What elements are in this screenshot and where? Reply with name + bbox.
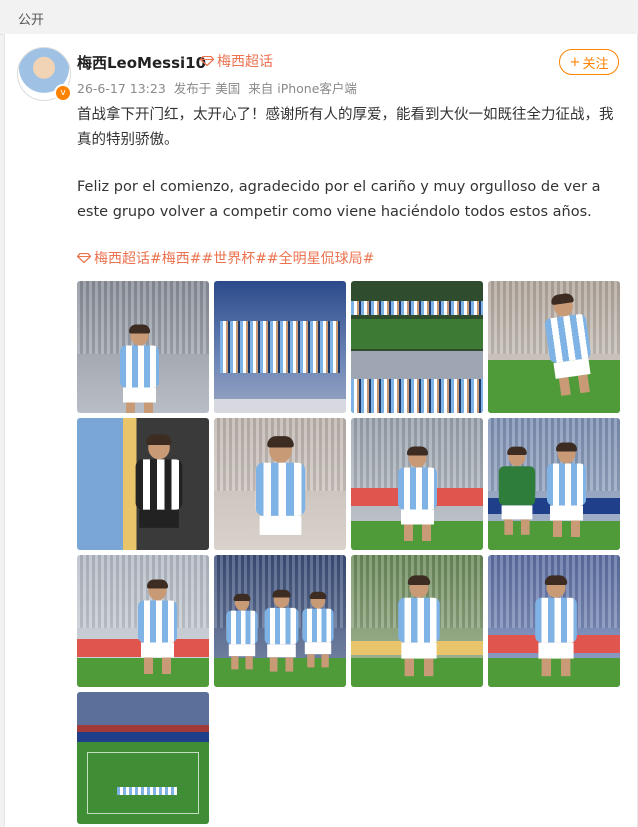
post-timestamp[interactable]: 26-6-17 13:23 xyxy=(77,81,166,96)
post-location: 发布于 美国 xyxy=(173,81,241,96)
photo-2[interactable] xyxy=(214,281,346,413)
player-figure xyxy=(132,434,186,548)
username[interactable]: 梅西LeoMessi10 xyxy=(77,52,206,73)
player-figure xyxy=(395,446,440,541)
weibo-post-card: v 梅西LeoMessi10 梅西超话 26-6-17 13:23 发布于 美国… xyxy=(4,34,638,827)
photo-12[interactable] xyxy=(488,555,620,687)
photo-4[interactable] xyxy=(488,281,620,413)
post-text-spanish: Feliz por el comienzo, agradecido por el… xyxy=(77,179,601,220)
player-figure xyxy=(544,442,589,537)
player-figure xyxy=(496,446,538,535)
photo-8[interactable] xyxy=(488,418,620,550)
photo-3[interactable] xyxy=(351,281,483,413)
hashtag-links[interactable]: 梅西超话#梅西##世界杯##全明星侃球局# xyxy=(77,248,374,268)
visibility-label: 公开 xyxy=(18,13,45,28)
photo-10[interactable] xyxy=(214,555,346,687)
plus-icon: + xyxy=(569,54,581,70)
post-text-chinese: 首战拿下开门红，太开心了！感谢所有人的厚爱，能看到大伙一如既往全力征战，我真的特… xyxy=(77,107,614,148)
follow-label: 关注 xyxy=(582,56,609,72)
visibility-bar: 公开 xyxy=(0,0,638,35)
photo-11[interactable] xyxy=(351,555,483,687)
photo-6[interactable] xyxy=(214,418,346,550)
player-figure xyxy=(224,593,260,670)
photo-5[interactable] xyxy=(77,418,209,550)
avatar[interactable]: v xyxy=(17,47,72,102)
verified-badge-icon: v xyxy=(54,84,72,102)
player-figure xyxy=(262,589,301,672)
photo-9[interactable] xyxy=(77,555,209,687)
player-figure xyxy=(252,436,309,550)
follow-button[interactable]: + 关注 xyxy=(559,49,619,75)
player-figure xyxy=(395,575,443,677)
post-meta: 26-6-17 13:23 发布于 美国 来自 iPhone客户端 xyxy=(77,78,361,97)
player-figure xyxy=(135,579,180,674)
photo-7[interactable] xyxy=(351,418,483,550)
photo-13[interactable] xyxy=(77,692,209,824)
supertopic-label: 梅西超话 xyxy=(217,54,273,70)
post-source: 来自 iPhone客户端 xyxy=(248,81,357,96)
player-figure xyxy=(300,591,336,668)
player-figure xyxy=(532,575,580,677)
player-figure xyxy=(117,324,162,413)
photo-1[interactable] xyxy=(77,281,209,413)
diamond-icon xyxy=(77,253,91,263)
supertopic-link[interactable]: 梅西超话 xyxy=(200,51,273,71)
hashtags-text: 梅西超话#梅西##世界杯##全明星侃球局# xyxy=(94,251,375,267)
diamond-icon xyxy=(200,56,214,66)
